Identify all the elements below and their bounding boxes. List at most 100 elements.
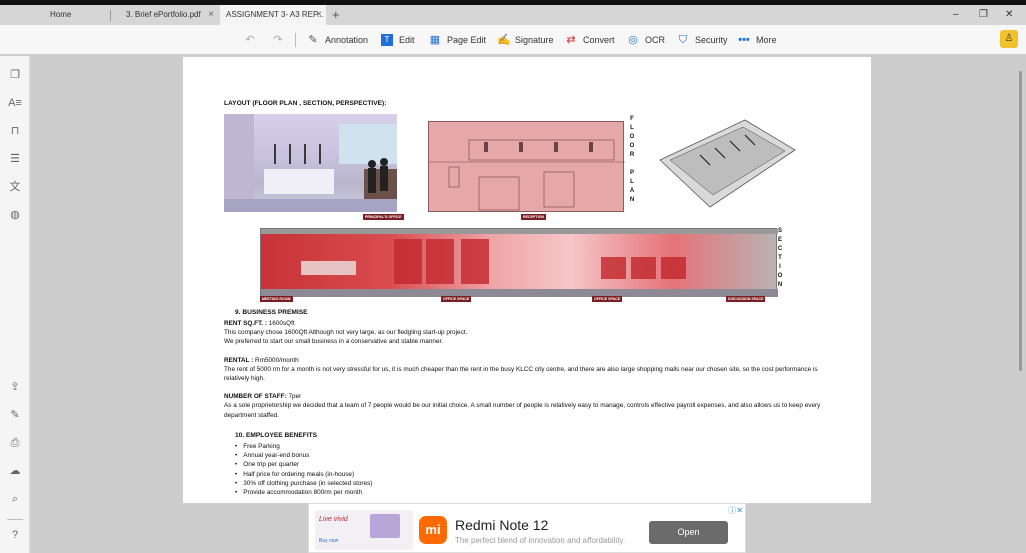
- edit-label: Edit: [399, 35, 415, 45]
- new-tab-button[interactable]: +: [332, 5, 340, 25]
- label-reception: RECEPTION: [521, 214, 546, 220]
- rent-paragraph: We preferred to start our small business…: [224, 338, 444, 346]
- rental-value: Rm5000/month: [253, 356, 299, 364]
- ad-close-icon[interactable]: ⓘ✕: [728, 505, 743, 516]
- ad-buy-now: Buy now: [319, 538, 339, 544]
- security-label: Security: [695, 35, 728, 45]
- close-window-button[interactable]: ✕: [1005, 5, 1013, 25]
- tab-label: 3. Brief ePortfolio.pdf: [126, 10, 201, 19]
- toolbar-divider: [295, 33, 296, 47]
- floor-plan-vertical-label: FLOORPLAN: [629, 115, 635, 205]
- more-button[interactable]: ••• More: [738, 25, 776, 55]
- label-letter: L: [630, 179, 634, 185]
- tab-bar: Home 3. Brief ePortfolio.pdf × ASSIGNMENT…: [0, 5, 1026, 25]
- section-drawing-image: [260, 228, 778, 297]
- scrollbar-thumb[interactable]: [1019, 71, 1022, 371]
- redo-icon: ↷: [273, 34, 283, 46]
- redo-button[interactable]: ↷: [272, 25, 284, 55]
- tab-assignment-3[interactable]: ASSIGNMENT 3- A3 REP... ×: [220, 5, 326, 25]
- section-9-heading: 9. BUSINESS PREMISE: [235, 309, 308, 316]
- rental-label: RENTAL :: [224, 356, 254, 364]
- tab-divider: [110, 10, 111, 21]
- list-item: Half price for ordering meals (in-house): [235, 470, 372, 479]
- label-letter: A: [629, 188, 635, 194]
- bookmark-icon[interactable]: ⊓: [8, 124, 22, 138]
- label-gap: [629, 160, 635, 169]
- label-letter: R: [629, 152, 635, 158]
- page-edit-button[interactable]: ▦ Page Edit: [429, 25, 486, 55]
- save-edit-icon[interactable]: ✎: [8, 408, 22, 422]
- list-item: Annual year-end bonus: [235, 451, 372, 460]
- text-format-icon[interactable]: A≡: [8, 96, 22, 110]
- close-tab-icon[interactable]: ×: [316, 5, 322, 25]
- ocr-button[interactable]: ◎ OCR: [627, 25, 665, 55]
- label-letter: T: [778, 255, 782, 261]
- translate-icon[interactable]: 文: [8, 180, 22, 194]
- section-10-heading: 10. EMPLOYEE BENEFITS: [235, 432, 318, 439]
- ad-open-button[interactable]: Open: [649, 521, 728, 544]
- edit-text-icon: T: [381, 34, 393, 46]
- label-letter: L: [630, 125, 634, 131]
- outline-list-icon[interactable]: ☰: [8, 152, 22, 166]
- convert-icon: ⇄: [566, 34, 576, 46]
- signature-button[interactable]: ✍ Signature: [497, 25, 554, 55]
- convert-button[interactable]: ⇄ Convert: [565, 25, 615, 55]
- share-icon[interactable]: ⇪: [8, 380, 22, 394]
- more-dots-icon: •••: [738, 34, 750, 46]
- rent-label: RENT SQ.FT. :: [224, 320, 267, 327]
- minimize-button[interactable]: –: [953, 5, 959, 25]
- perspective-render-image: [224, 114, 397, 212]
- label-principals-office: PRINCIPAL'S OFFICE: [363, 214, 404, 220]
- staff-value: 7per: [286, 393, 302, 401]
- label-office-space: OFFICE SPACE: [592, 296, 623, 302]
- label-letter: P: [629, 170, 634, 176]
- phone-image: [370, 514, 400, 538]
- convert-label: Convert: [583, 35, 615, 45]
- annotation-button[interactable]: ✎ Annotation: [307, 25, 368, 55]
- toolbar: ↶ ↷ ✎ Annotation T Edit ▦ Page Edit ✍ Signat…: [0, 25, 1026, 55]
- tab-home[interactable]: Home: [6, 5, 110, 25]
- floor-plan-drawing: [429, 139, 625, 211]
- cloud-icon[interactable]: ☁: [8, 464, 22, 478]
- list-item: Free Parking: [235, 442, 372, 451]
- rent-value: 1600sQft: [266, 320, 295, 327]
- tab-brief-eportfolio[interactable]: 3. Brief ePortfolio.pdf ×: [120, 5, 218, 25]
- account-avatar-button[interactable]: ♙: [1000, 30, 1018, 48]
- security-button[interactable]: ⛉ Security: [677, 25, 728, 55]
- pdf-page: LAYOUT (FLOOR PLAN , SECTION, PERSPECTIV…: [183, 57, 871, 503]
- vertical-scrollbar[interactable]: [1017, 57, 1023, 553]
- ai-assistant-icon[interactable]: ◍: [8, 208, 22, 222]
- label-office-space: OFFICE SPACE: [441, 296, 472, 302]
- list-item: 30% off clothing purchase (in selected s…: [235, 479, 372, 488]
- edit-button[interactable]: T Edit: [381, 25, 415, 55]
- label-letter: E: [777, 237, 782, 243]
- search-icon[interactable]: ⌕: [8, 492, 22, 506]
- print-icon[interactable]: ⎙: [8, 436, 22, 450]
- section-vertical-label: SECTION: [777, 227, 783, 290]
- floor-plan-image: [428, 121, 625, 212]
- label-letter: N: [629, 197, 635, 203]
- ad-image-text: Live vivid: [319, 516, 348, 523]
- page-edit-label: Page Edit: [447, 35, 487, 45]
- ocr-icon: ◎: [628, 34, 638, 46]
- thumbnails-icon[interactable]: ❐: [8, 68, 22, 82]
- help-icon[interactable]: ?: [8, 528, 22, 542]
- section-illustration: [261, 229, 778, 297]
- close-tab-icon[interactable]: ×: [208, 5, 214, 25]
- tab-label: ASSIGNMENT 3- A3 REP...: [226, 10, 324, 19]
- restore-button[interactable]: ❐: [979, 5, 988, 25]
- pen-icon: ✎: [308, 34, 318, 46]
- label-letter: F: [630, 116, 634, 122]
- undo-button[interactable]: ↶: [244, 25, 256, 55]
- user-icon: ♙: [1004, 33, 1014, 44]
- left-sidebar: ❐ A≡ ⊓ ☰ 文 ◍ ⇪ ✎ ⎙ ☁ ⌕ ?: [0, 56, 30, 553]
- layout-heading: LAYOUT (FLOOR PLAN , SECTION, PERSPECTIV…: [224, 100, 387, 107]
- sidebar-divider: [7, 519, 23, 520]
- list-item: Provide accommodation 800rm per month: [235, 488, 372, 497]
- advertisement-banner[interactable]: Live vivid Buy now mi Redmi Note 12 The …: [308, 503, 746, 553]
- rent-paragraph: This company chose 1600Qft Although not …: [224, 329, 468, 337]
- label-letter: O: [629, 143, 635, 149]
- page-grid-icon: ▦: [429, 34, 441, 46]
- shield-icon: ⛉: [678, 34, 688, 46]
- label-discussion-space: DISCUSSION SPACE: [726, 296, 766, 302]
